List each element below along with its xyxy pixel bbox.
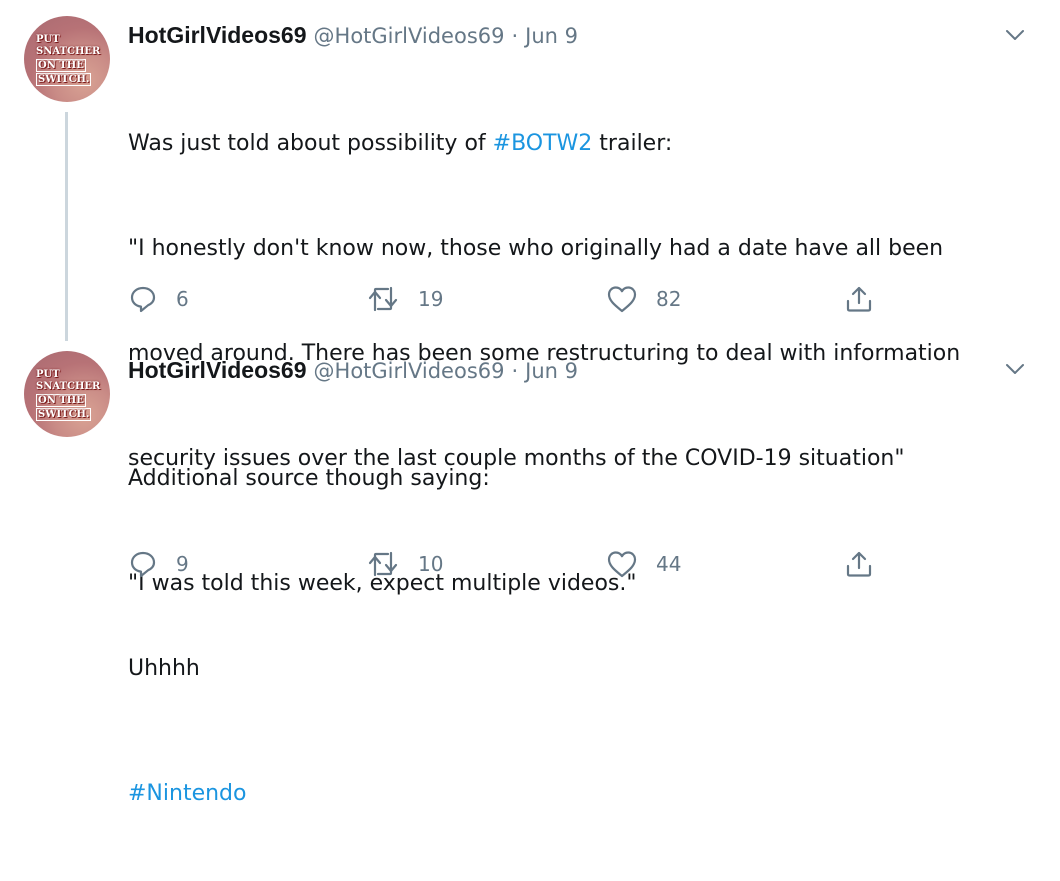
- thread-connector-line: [65, 112, 68, 341]
- retweet-button[interactable]: 19: [366, 282, 443, 316]
- text-segment: Was just told about possibility of: [128, 131, 493, 156]
- tweet-header: HotGirlVideos69 @HotGirlVideos69 · Jun 9: [128, 357, 578, 385]
- reply-icon: [128, 284, 158, 314]
- avatar-text-line: PUT: [36, 34, 60, 45]
- tweet-actions: 9 10 44: [128, 547, 888, 581]
- avatar[interactable]: PUT SNATCHER ON THE SWITCH.: [24, 16, 110, 102]
- tweet[interactable]: PUT SNATCHER ON THE SWITCH. HotGirlVideo…: [0, 340, 1060, 806]
- like-count: 82: [656, 287, 682, 311]
- like-icon: [606, 549, 638, 579]
- hashtag-link[interactable]: #BOTW2: [493, 131, 593, 156]
- avatar-text-line: SWITCH.: [36, 408, 92, 421]
- user-handle[interactable]: @HotGirlVideos69: [314, 359, 505, 383]
- tweet-date[interactable]: Jun 9: [525, 24, 578, 48]
- header-separator: ·: [511, 24, 519, 48]
- avatar-badge-text: PUT SNATCHER ON THE SWITCH.: [36, 369, 101, 421]
- chevron-down-icon[interactable]: [1004, 24, 1026, 46]
- reply-button[interactable]: 9: [128, 547, 189, 581]
- tweet-text-line: Was just told about possibility of #BOTW…: [128, 126, 1028, 161]
- tweet[interactable]: PUT SNATCHER ON THE SWITCH. HotGirlVideo…: [0, 0, 1060, 681]
- retweet-icon: [366, 284, 400, 314]
- share-icon: [844, 284, 874, 314]
- chevron-down-icon[interactable]: [1004, 358, 1026, 380]
- retweet-button[interactable]: 10: [366, 547, 443, 581]
- tweet-text-line: "I honestly don't know now, those who or…: [128, 236, 944, 261]
- avatar-badge-text: PUT SNATCHER ON THE SWITCH.: [36, 34, 101, 86]
- like-button[interactable]: 44: [606, 547, 681, 581]
- retweet-icon: [366, 549, 400, 579]
- like-count: 44: [656, 552, 682, 576]
- share-button[interactable]: [844, 282, 874, 316]
- avatar-text-line: ON THE: [36, 394, 86, 407]
- header-separator: ·: [511, 359, 519, 383]
- reply-icon: [128, 549, 158, 579]
- text-segment: trailer:: [592, 131, 673, 156]
- like-button[interactable]: 82: [606, 282, 681, 316]
- tweet-text: Additional source though saying: "I was …: [128, 391, 1028, 881]
- like-icon: [606, 284, 638, 314]
- avatar-text-line: ON THE: [36, 59, 86, 72]
- share-icon: [844, 549, 874, 579]
- avatar-text-line: SNATCHER: [36, 381, 101, 392]
- avatar-text-line: SNATCHER: [36, 46, 101, 57]
- display-name[interactable]: HotGirlVideos69: [128, 22, 307, 48]
- reply-count: 6: [176, 287, 189, 311]
- retweet-count: 19: [418, 287, 444, 311]
- hashtag-link[interactable]: #Nintendo: [128, 776, 1028, 811]
- retweet-count: 10: [418, 552, 444, 576]
- reply-button[interactable]: 6: [128, 282, 189, 316]
- tweet-date[interactable]: Jun 9: [525, 359, 578, 383]
- avatar-text-line: PUT: [36, 369, 60, 380]
- share-button[interactable]: [844, 547, 874, 581]
- avatar-text-line: SWITCH.: [36, 73, 92, 86]
- user-handle[interactable]: @HotGirlVideos69: [314, 24, 505, 48]
- tweet-actions: 6 19 82: [128, 282, 888, 316]
- avatar[interactable]: PUT SNATCHER ON THE SWITCH.: [24, 351, 110, 437]
- display-name[interactable]: HotGirlVideos69: [128, 357, 307, 383]
- reply-count: 9: [176, 552, 189, 576]
- tweet-text-line: Additional source though saying:: [128, 466, 490, 491]
- tweet-header: HotGirlVideos69 @HotGirlVideos69 · Jun 9: [128, 22, 578, 50]
